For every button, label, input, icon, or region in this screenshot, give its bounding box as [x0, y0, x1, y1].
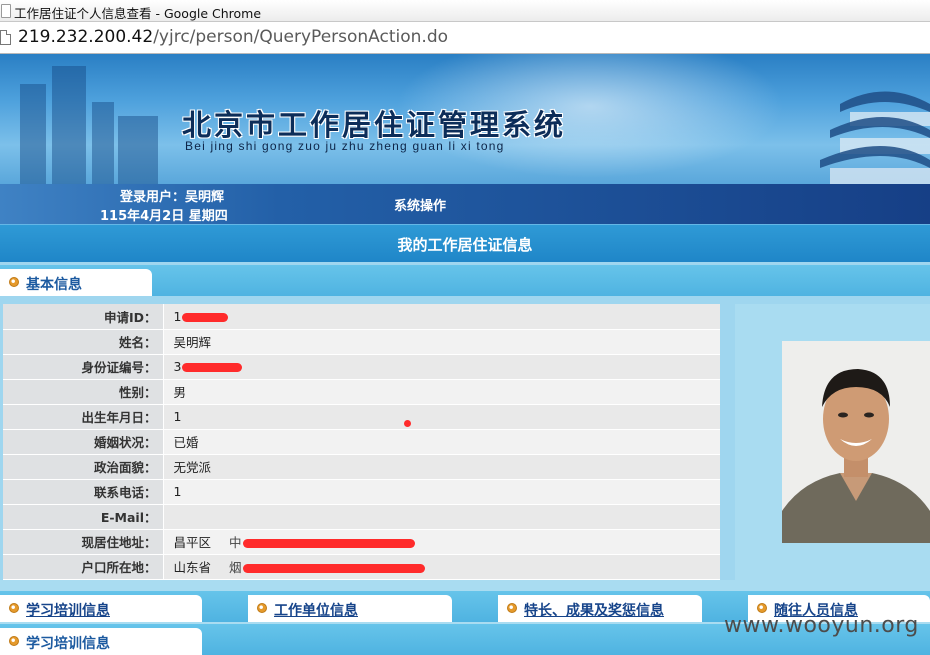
- tab-training-section[interactable]: 学习培训信息: [0, 628, 202, 655]
- tab-awards[interactable]: 特长、成果及奖惩信息: [498, 595, 702, 622]
- info-label: 出生年月日：: [3, 404, 164, 430]
- info-value: 昌平区 中: [163, 529, 720, 555]
- tab-training-label: 学习培训信息: [26, 603, 110, 619]
- city-building-icon: [20, 84, 46, 184]
- info-value-text: 昌平区: [173, 535, 212, 550]
- info-label: 户口所在地：: [3, 554, 164, 580]
- city-building-icon: [118, 116, 158, 184]
- info-value: 男: [163, 379, 720, 405]
- info-value-extra: 烟: [229, 560, 242, 575]
- info-value: 无党派: [163, 454, 720, 480]
- info-label: 申请ID：: [3, 304, 164, 330]
- info-row: 身份证编号： 3: [3, 354, 720, 380]
- info-label: 姓名：: [3, 329, 164, 355]
- watermark: www.wooyun.org: [724, 613, 919, 638]
- url-host: 219.232.200.42: [18, 27, 154, 47]
- person-photo: [782, 341, 930, 543]
- window-title: 工作居住证个人信息查看 - Google Chrome: [14, 6, 262, 21]
- info-row: 现居住地址： 昌平区 中: [3, 529, 720, 555]
- info-value: 已婚: [163, 429, 720, 455]
- user-bar: 登录用户：吴明辉 115年4月2日 星期四 系统操作: [0, 184, 930, 224]
- tab-employer-label: 工作单位信息: [274, 603, 358, 619]
- info-row: 性别： 男: [3, 379, 720, 405]
- redaction-mark: [182, 363, 243, 372]
- info-label: 政治面貌：: [3, 454, 164, 480]
- tab-training[interactable]: 学习培训信息: [0, 595, 202, 622]
- bullet-icon: [9, 277, 19, 287]
- info-label: 性别：: [3, 379, 164, 405]
- info-row: 婚姻状况： 已婚: [3, 429, 720, 455]
- temple-of-heaven-icon: [820, 91, 930, 184]
- bullet-icon: [9, 603, 19, 613]
- info-value-text: 男: [173, 385, 187, 400]
- info-row: 申请ID： 1: [3, 304, 720, 330]
- info-value-text: 3: [173, 359, 182, 374]
- redaction-mark: [242, 539, 415, 548]
- url-path: /yjrc/person/QueryPersonAction.do: [153, 27, 449, 47]
- info-row: 联系电话： 1: [3, 479, 720, 505]
- info-row: 姓名： 吴明辉: [3, 329, 720, 355]
- info-label: 联系电话：: [3, 479, 164, 505]
- basic-info-tab-bar: 基本信息: [0, 265, 930, 296]
- tab-awards-label: 特长、成果及奖惩信息: [524, 603, 664, 619]
- info-value-text: 1: [173, 409, 182, 424]
- tab-training-section-label: 学习培训信息: [26, 636, 110, 652]
- info-row: 户口所在地： 山东省 烟: [3, 554, 720, 580]
- info-row: E-Mail：: [3, 504, 720, 530]
- info-label: 身份证编号：: [3, 354, 164, 380]
- info-label: 婚姻状况：: [3, 429, 164, 455]
- tab-employer[interactable]: 工作单位信息: [248, 595, 452, 622]
- bullet-icon: [9, 636, 19, 646]
- basic-info-table: 申请ID： 1 姓名： 吴明辉 身份证编号： 3 性别：男出生年月日： 1 婚姻状况： 已婚 政治面…: [3, 304, 720, 580]
- info-value-text: 已婚: [173, 435, 199, 450]
- tab-basic-info-label: 基本信息: [26, 277, 82, 293]
- bullet-icon: [257, 603, 267, 613]
- city-building-icon: [92, 102, 114, 184]
- redaction-mark: [182, 312, 229, 322]
- info-label: E-Mail：: [3, 504, 164, 530]
- login-user: 登录用户：吴明辉: [120, 190, 225, 205]
- info-row: 出生年月日： 1: [3, 404, 720, 430]
- page-favicon-icon: [1, 4, 11, 18]
- tab-basic-info[interactable]: 基本信息: [0, 269, 152, 296]
- current-date: 115年4月2日 星期四: [100, 209, 228, 224]
- info-value: 1: [163, 479, 720, 505]
- info-value: [163, 504, 720, 530]
- system-operation-menu[interactable]: 系统操作: [394, 195, 446, 214]
- info-value: 吴明辉: [163, 329, 720, 355]
- info-value: 1: [163, 404, 720, 430]
- address-bar[interactable]: 219.232.200.42/yjrc/person/QueryPersonAc…: [0, 22, 930, 54]
- info-value-text: 山东省: [173, 560, 212, 575]
- info-value-text: 1: [173, 308, 182, 324]
- info-value-extra: 中: [229, 535, 242, 550]
- bullet-icon: [757, 603, 767, 613]
- info-value-text: 吴明辉: [173, 335, 212, 350]
- page-title: 我的工作居住证信息: [397, 236, 533, 254]
- city-building-icon: [52, 66, 86, 184]
- site-banner: 北京市工作居住证管理系统 Bei jing shi gong zuo ju zh…: [0, 54, 930, 184]
- info-value: 山东省 烟: [163, 554, 720, 580]
- redaction-dot: [404, 420, 411, 427]
- info-value: 1: [163, 304, 720, 330]
- browser-title-bar: 工作居住证个人信息查看 - Google Chrome: [0, 0, 930, 22]
- system-title: 北京市工作居住证管理系统: [182, 108, 567, 142]
- info-label: 现居住地址：: [3, 529, 164, 555]
- page-icon: [0, 30, 11, 45]
- info-value: 3: [163, 354, 720, 380]
- url-text[interactable]: 219.232.200.42/yjrc/person/QueryPersonAc…: [18, 27, 448, 47]
- info-value-text: 无党派: [173, 460, 212, 475]
- info-value-text: 1: [173, 484, 182, 499]
- redaction-mark: [242, 564, 425, 573]
- bullet-icon: [507, 603, 517, 613]
- system-subtitle: Bei jing shi gong zuo ju zhu zheng guan …: [185, 139, 505, 153]
- page-header: 我的工作居住证信息: [0, 224, 930, 262]
- info-row: 政治面貌： 无党派: [3, 454, 720, 480]
